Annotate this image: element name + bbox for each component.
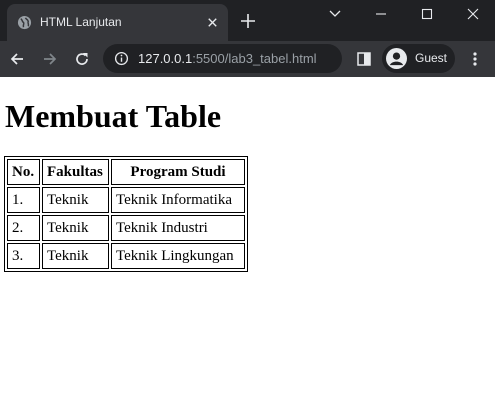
browser-menu-button[interactable] [462, 46, 488, 72]
back-button[interactable] [4, 46, 30, 72]
tab-search-button[interactable] [312, 0, 358, 28]
cell-program-studi: Teknik Industri [111, 215, 245, 241]
url-path: :5500/lab3_tabel.html [192, 51, 317, 66]
header-program-studi: Program Studi [111, 159, 245, 185]
cell-program-studi: Teknik Lingkungan [111, 243, 245, 269]
table-row: 1. Teknik Teknik Informatika [7, 187, 245, 213]
maximize-icon [421, 8, 433, 20]
arrow-right-icon [44, 53, 57, 65]
side-panel-icon [357, 52, 371, 66]
cell-fakultas: Teknik [42, 187, 109, 213]
page-title: Membuat Table [5, 98, 222, 134]
cell-no: 2. [7, 215, 40, 241]
header-fakultas: Fakultas [42, 159, 109, 185]
profile-name: Guest [415, 51, 448, 65]
info-icon[interactable] [114, 51, 129, 66]
avatar-icon [386, 48, 407, 69]
maximize-button[interactable] [404, 0, 450, 28]
data-table: No. Fakultas Program Studi 1. Teknik Tek… [4, 156, 248, 272]
address-bar[interactable]: 127.0.0.1:5500/lab3_tabel.html [103, 44, 342, 73]
arrow-left-icon [10, 53, 23, 65]
profile-button[interactable]: Guest [382, 44, 455, 73]
reload-icon [76, 53, 88, 65]
forward-button[interactable] [37, 46, 63, 72]
reload-button[interactable] [69, 46, 95, 72]
globe-icon [17, 15, 32, 30]
table-row: 2. Teknik Teknik Industri [7, 215, 245, 241]
cell-program-studi: Teknik Informatika [111, 187, 245, 213]
browser-tab[interactable]: HTML Lanjutan [7, 4, 228, 41]
cell-no: 3. [7, 243, 40, 269]
chevron-down-icon [329, 10, 341, 17]
new-tab-icon[interactable] [239, 12, 257, 30]
cell-no: 1. [7, 187, 40, 213]
cell-fakultas: Teknik [42, 215, 109, 241]
kebab-menu-icon [473, 52, 477, 66]
header-no: No. [7, 159, 40, 185]
tab-title: HTML Lanjutan [40, 15, 122, 29]
side-panel-button[interactable] [351, 46, 377, 72]
browser-toolbar: 127.0.0.1:5500/lab3_tabel.html Guest [0, 41, 495, 77]
cell-fakultas: Teknik [42, 243, 109, 269]
page-viewport: Membuat Table No. Fakultas Program Studi… [0, 77, 495, 406]
table-header-row: No. Fakultas Program Studi [7, 159, 245, 185]
close-tab-icon[interactable] [205, 15, 220, 30]
url-text[interactable]: 127.0.0.1:5500/lab3_tabel.html [138, 51, 317, 66]
minimize-icon [376, 13, 386, 15]
url-host: 127.0.0.1 [138, 51, 193, 66]
tab-strip: HTML Lanjutan [0, 0, 495, 41]
close-icon [467, 8, 479, 20]
minimize-button[interactable] [358, 0, 404, 28]
close-window-button[interactable] [450, 0, 495, 28]
table-row: 3. Teknik Teknik Lingkungan [7, 243, 245, 269]
